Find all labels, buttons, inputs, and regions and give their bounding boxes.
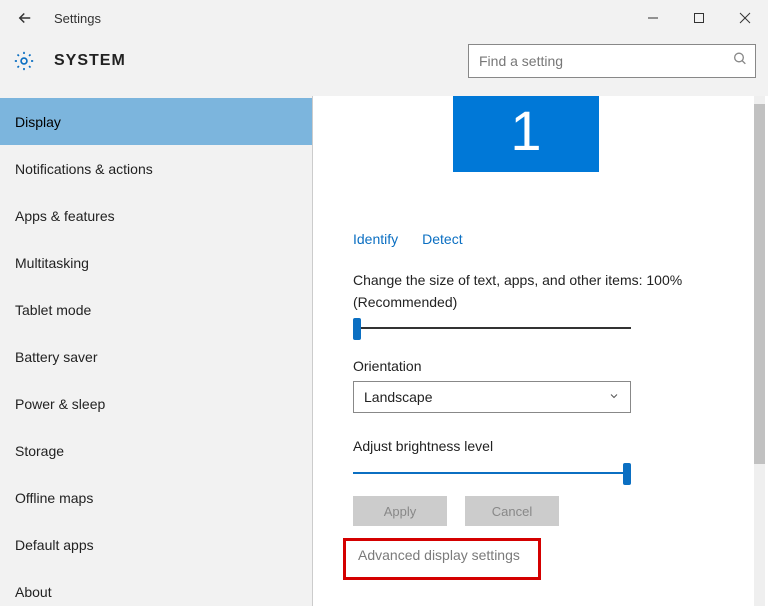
page-title: SYSTEM — [54, 52, 126, 70]
chevron-down-icon — [608, 389, 620, 405]
sidebar-item-tablet-mode[interactable]: Tablet mode — [0, 286, 312, 333]
identify-link[interactable]: Identify — [353, 231, 398, 247]
sidebar-item-label: Battery saver — [15, 349, 97, 365]
monitor-number: 1 — [510, 98, 541, 163]
sidebar-item-label: Display — [15, 114, 61, 130]
slider-track — [353, 472, 631, 474]
sidebar-item-label: Power & sleep — [15, 396, 105, 412]
gear-icon — [12, 49, 36, 73]
content-pane: 1 Identify Detect Change the size of tex… — [313, 96, 768, 606]
scrollbar[interactable] — [754, 96, 765, 606]
sidebar-item-power-sleep[interactable]: Power & sleep — [0, 380, 312, 427]
apply-button: Apply — [353, 496, 447, 526]
sidebar-item-default-apps[interactable]: Default apps — [0, 521, 312, 568]
slider-track — [353, 327, 631, 329]
sidebar-item-battery-saver[interactable]: Battery saver — [0, 333, 312, 380]
advanced-highlight: Advanced display settings — [343, 538, 541, 580]
brightness-slider[interactable] — [353, 463, 631, 483]
sidebar-item-apps-features[interactable]: Apps & features — [0, 192, 312, 239]
sidebar-item-multitasking[interactable]: Multitasking — [0, 239, 312, 286]
sidebar-item-label: Multitasking — [15, 255, 89, 271]
minimize-button[interactable] — [630, 3, 676, 33]
sidebar: Display Notifications & actions Apps & fea… — [0, 96, 312, 606]
close-button[interactable] — [722, 3, 768, 33]
sidebar-item-label: About — [15, 584, 52, 600]
sidebar-item-about[interactable]: About — [0, 568, 312, 606]
sidebar-item-label: Apps & features — [15, 208, 115, 224]
sidebar-item-label: Notifications & actions — [15, 161, 153, 177]
orientation-value: Landscape — [364, 389, 433, 405]
slider-thumb[interactable] — [623, 463, 631, 485]
scale-text: Change the size of text, apps, and other… — [353, 270, 693, 313]
sidebar-item-label: Storage — [15, 443, 64, 459]
maximize-button[interactable] — [676, 3, 722, 33]
scrollbar-thumb[interactable] — [754, 104, 765, 464]
monitor-thumbnail[interactable]: 1 — [453, 96, 599, 172]
sidebar-item-offline-maps[interactable]: Offline maps — [0, 474, 312, 521]
orientation-select[interactable]: Landscape — [353, 381, 631, 413]
sidebar-item-label: Offline maps — [15, 490, 93, 506]
sidebar-item-storage[interactable]: Storage — [0, 427, 312, 474]
scale-slider[interactable] — [353, 318, 631, 338]
orientation-label: Orientation — [353, 358, 421, 374]
slider-thumb[interactable] — [353, 318, 361, 340]
window-title: Settings — [54, 11, 101, 26]
back-button[interactable] — [10, 3, 40, 33]
sidebar-item-label: Default apps — [15, 537, 94, 553]
search-input[interactable] — [468, 44, 756, 78]
detect-link[interactable]: Detect — [422, 231, 462, 247]
advanced-display-settings-link[interactable]: Advanced display settings — [358, 547, 520, 563]
sidebar-item-display[interactable]: Display — [0, 98, 312, 145]
brightness-label: Adjust brightness level — [353, 438, 493, 454]
sidebar-item-notifications-actions[interactable]: Notifications & actions — [0, 145, 312, 192]
cancel-button: Cancel — [465, 496, 559, 526]
sidebar-item-label: Tablet mode — [15, 302, 91, 318]
search-icon — [732, 51, 748, 72]
